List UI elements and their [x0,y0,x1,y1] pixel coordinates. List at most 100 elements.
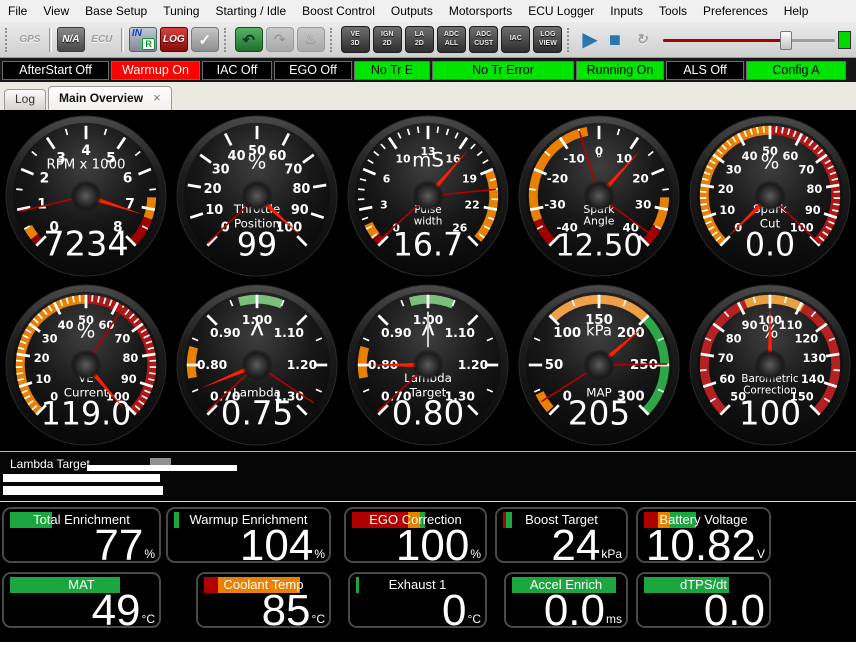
readout-value: 104% [240,524,325,563]
readout-boost-target: Boost Target24kPa [495,507,628,563]
ecu-button[interactable]: ECU [88,27,116,52]
gauge-dashboard: 012345678RPM x 1000723401020304050607080… [0,110,856,451]
undo-arrow-button[interactable]: ↶ [235,27,263,52]
svg-text:110: 110 [779,317,803,331]
slider-thumb[interactable] [780,31,792,50]
menu-preferences[interactable]: Preferences [695,1,776,21]
indicator-no-tr-e: No Tr E [354,61,430,80]
svg-text:250: 250 [630,357,658,372]
indicator-no-tr-error: No Tr Error [432,61,574,80]
svg-text:40: 40 [742,148,758,162]
svg-text:20: 20 [33,350,49,364]
gauge-ve: 0102030405060708090100%VECurrent119.0 [0,280,171,449]
check-button[interactable]: ✓ [191,27,219,52]
toolbar-grip [224,28,230,52]
gauge-adv: -40-30-20-10010203040°SparkAngle12.50 [514,111,685,280]
tab-log[interactable]: Log [4,89,46,110]
readout-unit: °C [312,612,325,628]
tool-chip-adc-all[interactable]: ADCALL [437,26,466,53]
svg-text:0.75: 0.75 [220,394,293,432]
svg-text:90: 90 [742,317,758,331]
menu-view[interactable]: View [35,1,77,21]
svg-text:λ: λ [250,313,264,341]
record-label: R [142,38,155,50]
loop-button-disabled[interactable]: ↻ [628,27,656,52]
gps-button[interactable]: GPS [16,27,44,52]
menu-inputs[interactable]: Inputs [602,1,651,21]
tool-chip-la-2d[interactable]: LA2D [405,26,434,53]
svg-text:°: ° [596,152,602,167]
svg-text:140: 140 [801,371,825,385]
tool-chip-adc-cust[interactable]: ADCCUST [469,26,498,53]
readout-value: 10.82V [646,524,765,563]
green-indicator-box [838,31,851,49]
toolbar: GPS N/AECU INRLOG✓ ↶↷♨ VE3DIGN2DLA2DADCALLAD… [0,22,856,58]
log-position-slider[interactable] [663,30,835,50]
menu-file[interactable]: File [0,1,35,21]
svg-text:30: 30 [635,197,651,211]
menu-tuning[interactable]: Tuning [155,1,207,21]
readout-battery-voltage: Battery Voltage10.82V [636,507,771,563]
gauge-pw: 036101316192226mSPulsewidth16.7 [342,111,513,280]
indicator-ego-off: EGO Off [274,61,352,80]
menu-ecu-logger[interactable]: ECU Logger [520,1,602,21]
svg-text:kPa: kPa [586,322,612,339]
svg-text:80: 80 [292,181,310,196]
svg-text:99: 99 [237,227,277,263]
menu-starting-idle[interactable]: Starting / Idle [207,1,294,21]
stop-button[interactable]: ■ [605,30,625,50]
tool-chip-iac[interactable]: IAC [501,26,530,53]
gauge-baro: 5060708090100110120130140150%BarometricC… [685,280,856,449]
svg-text:19: 19 [462,172,477,185]
svg-text:100: 100 [553,326,581,341]
svg-text:10: 10 [720,202,736,216]
svg-text:%: % [247,150,266,173]
svg-text:20: 20 [203,181,221,196]
readout-value: 0.0 [704,589,765,628]
close-tab-icon[interactable]: × [153,89,161,107]
svg-text:120: 120 [795,331,819,345]
tool-chip-ve-3d[interactable]: VE3D [341,26,370,53]
play-button[interactable]: ▶ [578,30,601,50]
bar-gray-segment [150,458,171,465]
svg-text:20: 20 [632,171,648,185]
readout-coolant-temp: Coolant Temp85°C [196,572,331,628]
svg-text:-20: -20 [547,171,568,185]
burn-button-disabled[interactable]: ♨ [297,27,325,52]
redo-arrow-button-disabled[interactable]: ↷ [266,27,294,52]
svg-text:Angle: Angle [584,214,615,227]
svg-text:40: 40 [57,317,73,331]
gauge-map: 050100150200250300kPaMAP205 [514,280,685,449]
gauge-lambda-target: 0.700.800.901.001.101.201.30λLambdaTarge… [342,280,513,449]
indicator-config-a: Config A [746,61,846,80]
svg-text:80: 80 [122,350,138,364]
readout-accel-enrich: Accel Enrich0.0ms [504,572,628,628]
bottom-strip [0,642,856,662]
svg-text:12.50: 12.50 [555,228,643,263]
interface-record-button[interactable]: INR [129,27,157,52]
log-button[interactable]: LOG [160,27,188,52]
indicator-afterstart-off: AfterStart Off [2,61,109,80]
menu-help[interactable]: Help [776,1,817,21]
svg-text:0.80: 0.80 [392,394,465,432]
svg-text:10: 10 [35,371,51,385]
tool-chip-ign-2d[interactable]: IGN2D [373,26,402,53]
menu-base-setup[interactable]: Base Setup [77,1,155,21]
svg-text:10: 10 [395,152,411,165]
readout-unit: % [144,547,155,563]
svg-text:16.7: 16.7 [393,227,463,263]
menu-motorsports[interactable]: Motorsports [441,1,520,21]
bar-gauge-3 [3,486,163,495]
svg-text:6: 6 [383,172,391,185]
readout-value: 0.0ms [544,589,622,628]
menu-boost-control[interactable]: Boost Control [294,1,383,21]
tool-chip-log-view[interactable]: LOGVIEW [533,26,562,53]
na-button[interactable]: N/A [57,27,85,52]
tab-main-overview[interactable]: Main Overview× [48,86,172,110]
readout-value: 49°C [92,589,155,628]
svg-text:1.10: 1.10 [273,326,303,340]
menu-tools[interactable]: Tools [651,1,695,21]
svg-text:0.90: 0.90 [381,326,411,340]
menu-outputs[interactable]: Outputs [383,1,441,21]
svg-text:22: 22 [465,198,480,211]
